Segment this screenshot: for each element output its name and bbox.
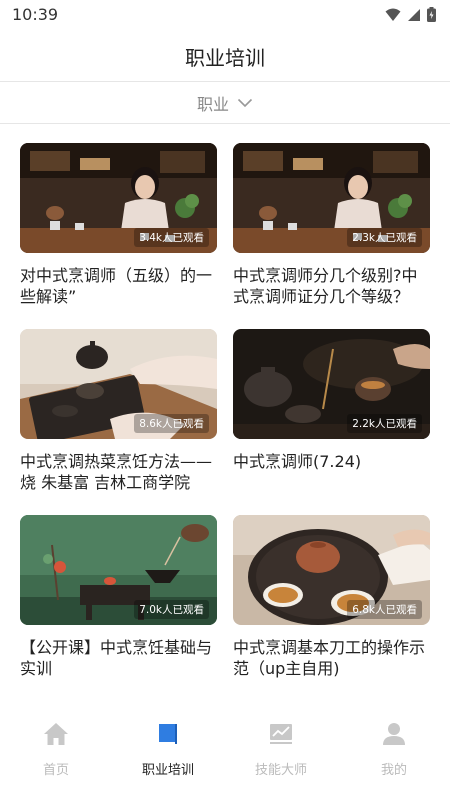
video-title: 对中式烹调师（五级）的一些解读” bbox=[20, 266, 213, 306]
view-count: 2.3k人已观看 bbox=[347, 228, 422, 247]
tab-label: 技能大师 bbox=[254, 763, 307, 778]
tab-profile[interactable]: 我的 bbox=[338, 712, 450, 792]
tab-masters[interactable]: 技能大师 bbox=[225, 712, 337, 792]
signal-icon bbox=[408, 8, 420, 21]
video-thumbnail: 2.3k人已观看 bbox=[233, 143, 430, 253]
video-thumbnail: 7.0k人已观看 bbox=[20, 515, 217, 625]
status-icons bbox=[385, 7, 436, 22]
view-count: 2.2k人已观看 bbox=[347, 414, 422, 433]
profession-filter-dropdown[interactable]: 职业 bbox=[0, 82, 450, 124]
status-bar: 10:39 bbox=[0, 0, 450, 30]
video-title: 【公开课】中式烹饪基础与实训 bbox=[20, 638, 213, 678]
view-count: 7.0k人已观看 bbox=[134, 600, 209, 619]
tab-home[interactable]: 首页 bbox=[0, 712, 112, 792]
chevron-down-icon bbox=[237, 98, 253, 107]
view-count: 6.8k人已观看 bbox=[347, 600, 422, 619]
tab-label: 职业培训 bbox=[141, 763, 194, 778]
tab-label: 我的 bbox=[380, 763, 407, 778]
wifi-icon bbox=[385, 8, 401, 21]
video-title: 中式烹调师(7.24) bbox=[233, 452, 362, 471]
video-title: 中式烹调师分几个级别?中式烹调师证分几个等级？ bbox=[233, 266, 418, 306]
page-title: 职业培训 bbox=[185, 46, 265, 70]
video-thumbnail: 8.6k人已观看 bbox=[20, 329, 217, 439]
chart-icon bbox=[270, 724, 292, 744]
view-count: 8.6k人已观看 bbox=[134, 414, 209, 433]
header: 职业培训 bbox=[0, 30, 450, 82]
tab-label: 首页 bbox=[42, 763, 69, 778]
bottom-tab-bar: 首页 职业培训 技能大师 我的 bbox=[0, 712, 450, 800]
battery-icon bbox=[427, 7, 436, 22]
user-icon bbox=[383, 723, 405, 745]
book-icon bbox=[159, 724, 177, 744]
tab-training[interactable]: 职业培训 bbox=[112, 712, 224, 792]
home-icon bbox=[44, 723, 68, 745]
status-time: 10:39 bbox=[12, 5, 59, 24]
video-title: 中式烹调热菜烹饪方法——烧 朱基富 吉林工商学院 bbox=[20, 452, 213, 492]
video-thumbnail: 2.2k人已观看 bbox=[233, 329, 430, 439]
video-thumbnail: 6.8k人已观看 bbox=[233, 515, 430, 625]
filter-label: 职业 bbox=[196, 94, 229, 114]
video-title: 中式烹调基本刀工的操作示范（up主自用) bbox=[233, 638, 426, 678]
view-count: 3.4k人已观看 bbox=[134, 228, 209, 247]
video-thumbnail: 3.4k人已观看 bbox=[20, 143, 217, 253]
